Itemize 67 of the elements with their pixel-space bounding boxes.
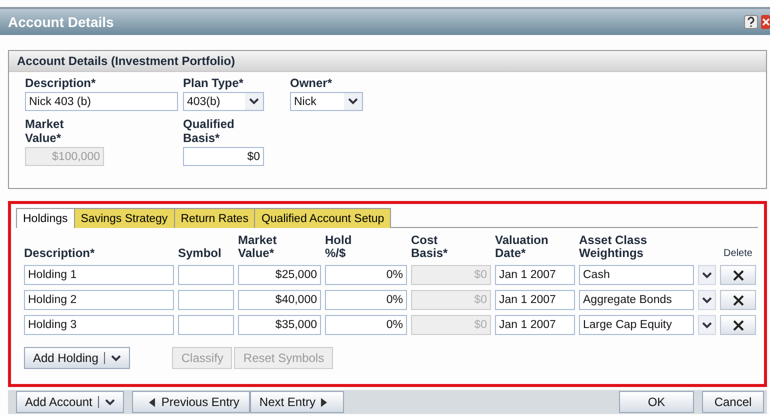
caret-icon[interactable] — [245, 93, 263, 110]
delete-button[interactable] — [720, 290, 756, 310]
dropdown[interactable]: Nick — [290, 92, 363, 111]
column-header: Market Value* — [238, 234, 278, 260]
close-icon — [732, 270, 744, 280]
split-button[interactable]: Add Holding — [24, 347, 130, 369]
tab[interactable]: Holdings — [16, 208, 75, 228]
column-header: Cost Basis* — [411, 234, 449, 260]
dropdown-button[interactable] — [698, 265, 716, 285]
dropdown-button[interactable] — [698, 290, 716, 310]
column-header: Description* — [24, 247, 96, 260]
next-button[interactable]: Next Entry — [250, 391, 344, 413]
input-field[interactable]: $25,000 — [238, 265, 321, 285]
input-field[interactable]: Holding 3 — [24, 315, 174, 335]
input-field[interactable] — [178, 290, 234, 310]
input-field[interactable]: Cash — [579, 265, 694, 285]
column-header: Hold %/$ — [325, 234, 353, 260]
field-label: Owner* — [290, 76, 332, 90]
input-field[interactable]: $35,000 — [238, 315, 321, 335]
field-label: Description* — [25, 76, 96, 90]
column-header: Delete — [724, 247, 752, 260]
add-account-button[interactable]: Add Account — [16, 391, 124, 413]
tab[interactable]: Savings Strategy — [74, 208, 175, 228]
input-field[interactable]: $0 — [183, 147, 264, 166]
input-field[interactable] — [178, 265, 234, 285]
input-field[interactable]: $40,000 — [238, 290, 321, 310]
caret-icon — [702, 296, 712, 304]
column-header: Valuation Date* — [495, 234, 550, 260]
help-icon[interactable] — [744, 15, 758, 29]
cancel-button[interactable]: Cancel — [702, 391, 764, 413]
field-label: Qualified Basis* — [183, 117, 236, 145]
input-field[interactable]: 0% — [325, 265, 407, 285]
right-arrow-icon — [321, 398, 328, 406]
caret-icon — [702, 272, 712, 278]
dropdown[interactable]: 403(b) — [183, 92, 264, 111]
input-field[interactable]: Jan 1 2007 — [495, 265, 575, 285]
input-field[interactable]: Large Cap Equity — [579, 315, 694, 335]
input-field[interactable] — [178, 315, 234, 335]
input-field[interactable]: Aggregate Bonds — [579, 290, 694, 310]
dropdown-button[interactable] — [698, 315, 716, 335]
caret-icon[interactable] — [111, 354, 122, 362]
ok-button[interactable]: OK — [619, 391, 694, 413]
field-label: Market Value* — [25, 117, 65, 145]
close-icon — [732, 294, 744, 306]
delete-button[interactable] — [720, 265, 756, 285]
input-field[interactable]: 0% — [325, 315, 407, 335]
close-icon[interactable] — [761, 15, 770, 29]
input-field[interactable]: Holding 2 — [24, 290, 174, 310]
input-field[interactable]: Holding 1 — [24, 265, 174, 285]
input-field[interactable]: Jan 1 2007 — [495, 315, 575, 335]
section-title: Account Details (Investment Portfolio) — [9, 51, 766, 72]
column-header: Symbol — [178, 247, 222, 260]
caret-icon[interactable] — [344, 93, 362, 110]
delete-button[interactable] — [720, 315, 756, 335]
tab[interactable]: Qualified Account Setup — [254, 208, 392, 228]
caret-icon — [702, 322, 712, 328]
column-header: Asset Class Weightings — [579, 234, 648, 260]
left-arrow-icon — [149, 398, 156, 406]
tab[interactable]: Return Rates — [174, 208, 256, 228]
input-field[interactable]: 0% — [325, 290, 407, 310]
input-field[interactable]: Nick 403 (b) — [25, 92, 178, 111]
close-icon — [732, 320, 744, 330]
caret-icon[interactable] — [105, 398, 116, 406]
field-label: Plan Type* — [183, 76, 244, 90]
previous-button[interactable]: Previous Entry — [132, 391, 250, 413]
input-field[interactable]: Jan 1 2007 — [495, 290, 575, 310]
window-title: Account Details — [8, 14, 114, 30]
